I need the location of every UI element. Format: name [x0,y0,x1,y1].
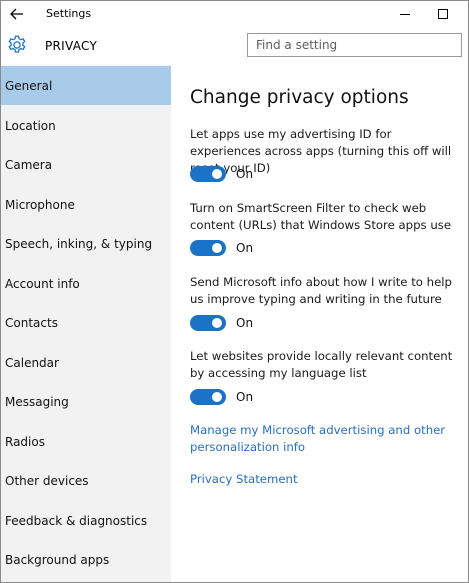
sidebar-item-calendar[interactable]: Calendar [1,343,171,382]
sidebar-item-background-apps[interactable]: Background apps [1,540,171,579]
settings-window: Settings PRIVACY General Location Camera… [0,0,469,583]
advertising-id-toggle[interactable] [190,166,226,182]
setting-language-list: Let websites provide locally relevant co… [190,348,465,405]
sidebar-item-label: Background apps [5,552,110,567]
toggle-knob [212,392,222,402]
smartscreen-toggle[interactable] [190,240,226,256]
toggle-row: On [190,166,253,182]
sidebar-item-other-devices[interactable]: Other devices [1,461,171,500]
sidebar-item-label: Camera [5,157,53,172]
window-title: Settings [46,7,92,20]
toggle-row: On [190,389,253,405]
toggle-knob [212,318,222,328]
setting-description: Send Microsoft info about how I write to… [190,275,452,306]
sidebar-item-label: General [5,78,53,93]
sidebar-item-location[interactable]: Location [1,106,171,145]
sidebar-item-messaging[interactable]: Messaging [1,382,171,421]
title-bar: Settings [1,1,468,27]
sidebar-item-label: Location [5,118,56,133]
back-arrow-icon [10,8,23,20]
language-list-toggle[interactable] [190,389,226,405]
search-input[interactable] [247,33,462,57]
sidebar-item-microphone[interactable]: Microphone [1,185,171,224]
section-title: Change privacy options [190,87,409,108]
privacy-statement-link[interactable]: Privacy Statement [190,471,460,488]
sidebar-item-label: Feedback & diagnostics [5,513,148,528]
sidebar-item-account-info[interactable]: Account info [1,264,171,303]
toggle-knob [212,243,222,253]
sidebar-item-contacts[interactable]: Contacts [1,303,171,342]
gear-icon [6,34,28,56]
sidebar-item-general[interactable]: General [1,66,171,105]
sidebar-item-speech[interactable]: Speech, inking, & typing [1,224,171,263]
main-content: Change privacy options Let apps use my a… [171,65,468,582]
sidebar-item-feedback[interactable]: Feedback & diagnostics [1,501,171,540]
sidebar: General Location Camera Microphone Speec… [1,65,171,582]
sidebar-item-label: Other devices [5,473,89,488]
toggle-state-label: On [236,390,254,404]
back-button[interactable] [1,1,33,27]
sidebar-item-radios[interactable]: Radios [1,422,171,461]
toggle-state-label: On [236,241,254,255]
manage-advertising-link[interactable]: Manage my Microsoft advertising and othe… [190,422,460,456]
page-title: PRIVACY [45,39,98,53]
sidebar-item-label: Calendar [5,355,59,370]
sidebar-item-camera[interactable]: Camera [1,145,171,184]
setting-advertising-id: Let apps use my advertising ID for exper… [190,126,465,182]
minimize-button[interactable] [387,1,423,27]
typing-info-toggle[interactable] [190,315,226,331]
maximize-button[interactable] [425,1,461,27]
toggle-state-label: On [236,167,254,181]
toggle-knob [212,169,222,179]
setting-typing-info: Send Microsoft info about how I write to… [190,274,465,331]
setting-description: Turn on SmartScreen Filter to check web … [190,201,452,232]
sidebar-item-label: Microphone [5,197,75,212]
toggle-row: On [190,315,253,331]
page-header: PRIVACY [1,27,468,65]
sidebar-item-label: Contacts [5,315,58,330]
sidebar-item-label: Messaging [5,394,69,409]
sidebar-item-label: Radios [5,434,45,449]
sidebar-item-label: Account info [5,276,80,291]
toggle-state-label: On [236,316,254,330]
maximize-icon [438,9,448,19]
setting-description: Let websites provide locally relevant co… [190,349,453,380]
sidebar-item-label: Speech, inking, & typing [5,236,153,251]
toggle-row: On [190,240,253,256]
minimize-icon [400,13,410,15]
setting-smartscreen: Turn on SmartScreen Filter to check web … [190,200,465,256]
